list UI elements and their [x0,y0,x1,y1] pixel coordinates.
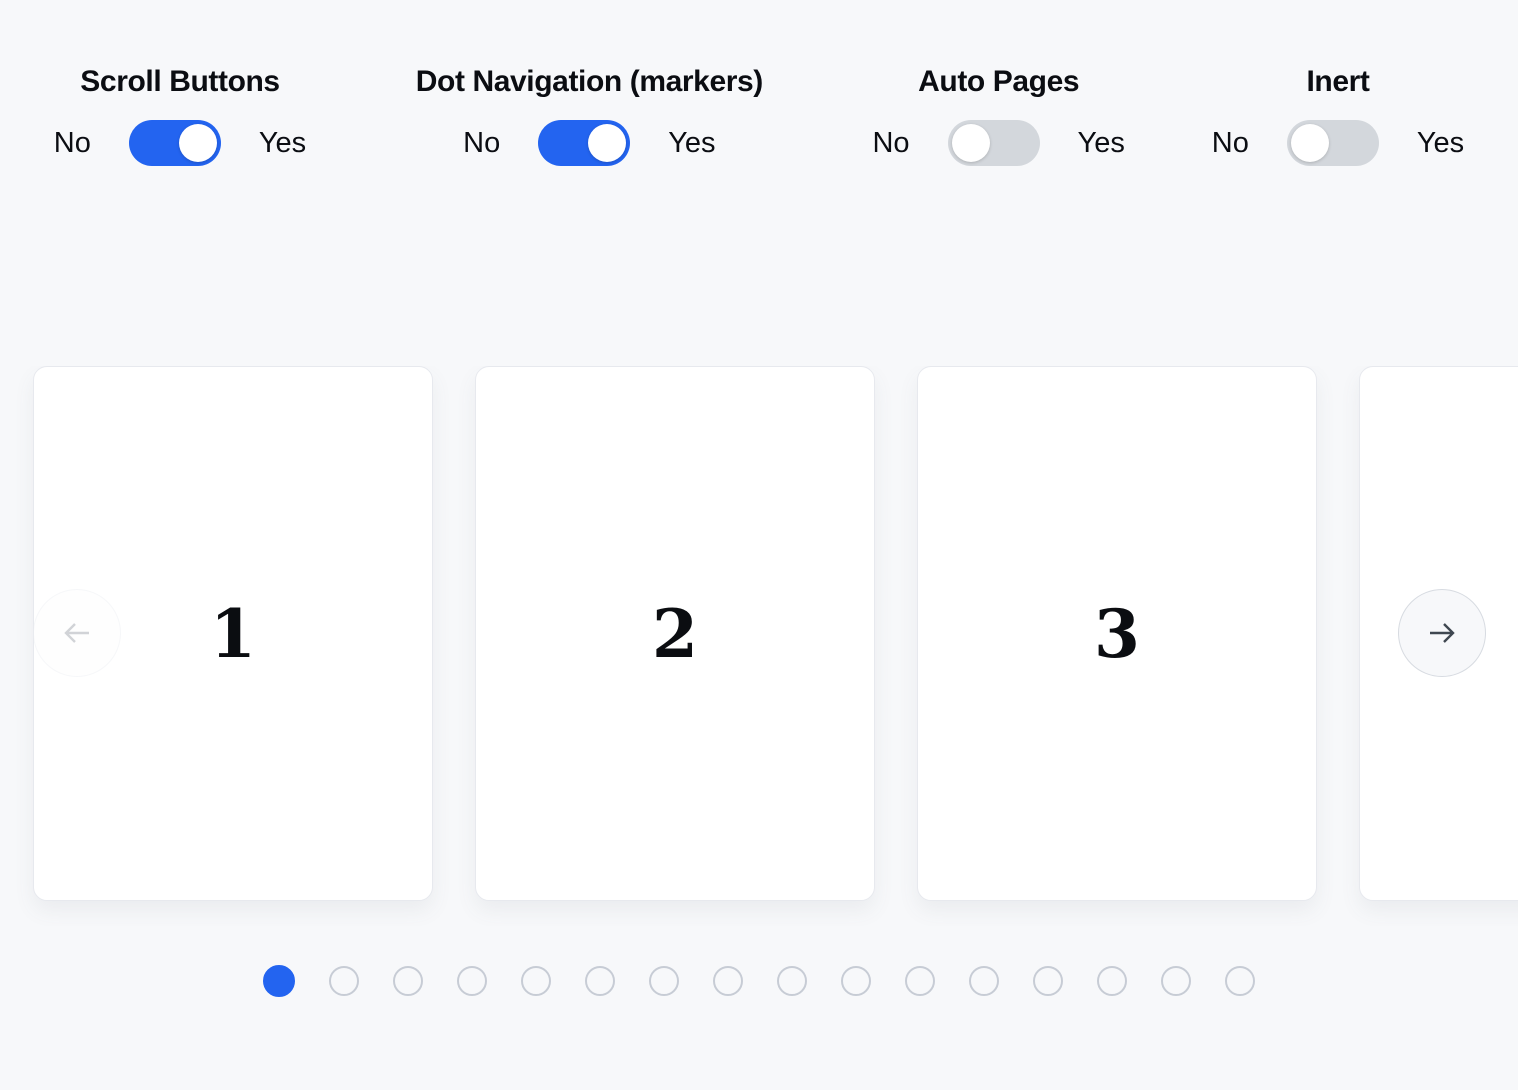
toggle-row: No Yes [50,120,310,166]
page-dot-11[interactable] [905,966,935,996]
carousel: 1 2 3 [0,366,1518,901]
toggle-yes-label: Yes [259,120,306,166]
inert-toggle[interactable] [1287,120,1379,166]
toggle-knob [952,124,990,162]
carousel-track: 1 2 3 [0,366,1518,901]
toggle-row: No Yes [869,120,1129,166]
dot-navigation [0,965,1518,997]
page-dot-4[interactable] [457,966,487,996]
toggle-yes-label: Yes [1417,120,1464,166]
page-dot-12[interactable] [969,966,999,996]
toggle-no-label: No [463,120,500,166]
page-dot-15[interactable] [1161,966,1191,996]
control-group-scroll-buttons: Scroll Buttons No Yes [50,64,310,166]
control-group-auto-pages: Auto Pages No Yes [869,64,1129,166]
scroll-buttons-toggle[interactable] [129,120,221,166]
toggle-yes-label: Yes [668,120,715,166]
page-dot-13[interactable] [1033,966,1063,996]
control-group-inert: Inert No Yes [1208,64,1468,166]
page-dot-2[interactable] [329,966,359,996]
slide-number: 3 [1094,595,1140,673]
control-title-dot-navigation: Dot Navigation (markers) [389,64,789,100]
toggle-knob [179,124,217,162]
slide-number: 2 [652,595,698,673]
toggle-row: No Yes [1208,120,1468,166]
page-dot-6[interactable] [585,966,615,996]
toggle-no-label: No [872,120,909,166]
page-dot-14[interactable] [1097,966,1127,996]
carousel-settings: Scroll Buttons No Yes Dot Navigation (ma… [0,0,1518,166]
control-title-auto-pages: Auto Pages [869,64,1129,100]
control-title-inert: Inert [1208,64,1468,100]
toggle-yes-label: Yes [1078,120,1125,166]
slide-number: 1 [210,595,256,673]
page-dot-10[interactable] [841,966,871,996]
toggle-knob [1291,124,1329,162]
carousel-viewport[interactable]: 1 2 3 [0,366,1518,926]
control-group-dot-navigation: Dot Navigation (markers) No Yes [389,64,789,166]
carousel-slide-3: 3 [917,366,1317,901]
page-dot-3[interactable] [393,966,423,996]
page-dot-5[interactable] [521,966,551,996]
control-title-scroll-buttons: Scroll Buttons [50,64,310,100]
toggle-knob [588,124,626,162]
page-dot-8[interactable] [713,966,743,996]
toggle-row: No Yes [389,120,789,166]
page-dot-16[interactable] [1225,966,1255,996]
next-button[interactable] [1398,589,1486,677]
toggle-no-label: No [54,120,91,166]
page-dot-7[interactable] [649,966,679,996]
arrow-left-icon [59,615,95,651]
toggle-no-label: No [1212,120,1249,166]
page-dot-9[interactable] [777,966,807,996]
carousel-slide-2: 2 [475,366,875,901]
dot-navigation-toggle[interactable] [538,120,630,166]
auto-pages-toggle[interactable] [948,120,1040,166]
prev-button[interactable] [33,589,121,677]
page-dot-1[interactable] [263,965,295,997]
arrow-right-icon [1424,615,1460,651]
